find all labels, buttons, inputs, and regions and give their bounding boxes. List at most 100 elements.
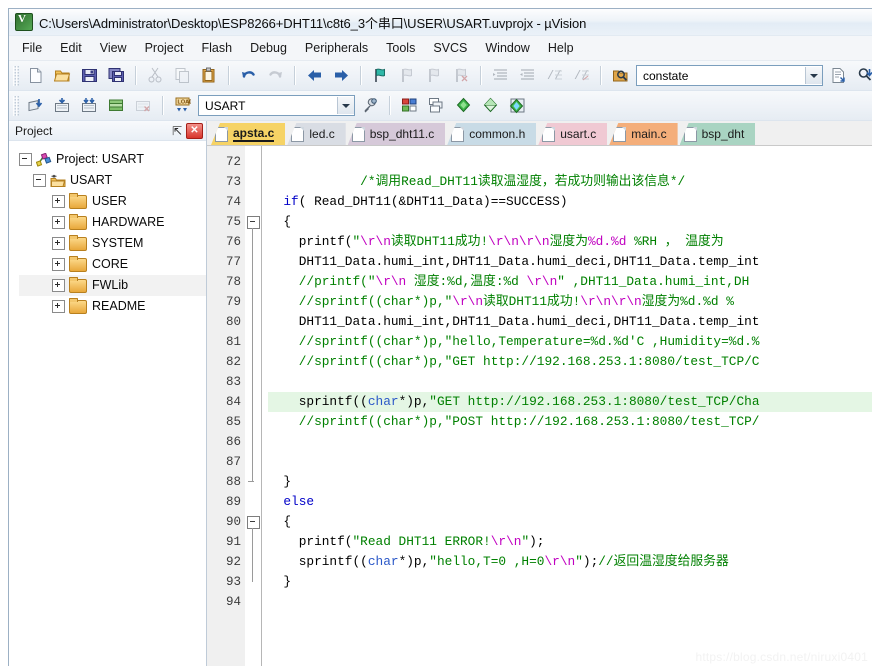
- fold-cell[interactable]: [245, 232, 261, 252]
- menu-item-tools[interactable]: Tools: [377, 38, 424, 58]
- target-options-icon[interactable]: [358, 93, 383, 118]
- code-line[interactable]: }: [268, 472, 872, 492]
- fold-cell[interactable]: [245, 312, 261, 332]
- manage-multi-project-icon[interactable]: [424, 93, 449, 118]
- editor-tab-main-c[interactable]: main.c: [609, 123, 678, 145]
- expand-icon[interactable]: [52, 237, 65, 250]
- target-combo-value[interactable]: USART: [199, 99, 337, 113]
- code-line[interactable]: }: [268, 572, 872, 592]
- navigate-forward-icon[interactable]: [329, 63, 354, 88]
- code-line[interactable]: printf("Read DHT11 ERROR!\r\n");: [268, 532, 872, 552]
- code-line[interactable]: if( Read_DHT11(&DHT11_Data)==SUCCESS): [268, 192, 872, 212]
- find-combo[interactable]: constate: [636, 65, 823, 86]
- indent-icon[interactable]: [488, 63, 513, 88]
- menu-item-file[interactable]: File: [13, 38, 51, 58]
- fold-cell[interactable]: [245, 472, 261, 492]
- chevron-down-icon[interactable]: [805, 67, 822, 84]
- editor-tab-bsp-dht[interactable]: bsp_dht: [679, 123, 756, 145]
- menu-item-flash[interactable]: Flash: [192, 38, 241, 58]
- tree-node-project-usart[interactable]: Project: USART: [19, 149, 206, 170]
- toolbar-grip[interactable]: [13, 95, 19, 116]
- toolbar-grip[interactable]: [13, 65, 19, 86]
- rebuild-icon[interactable]: [77, 93, 102, 118]
- fold-cell[interactable]: [245, 272, 261, 292]
- code-line[interactable]: //sprintf((char*)p,"\r\n读取DHT11成功!\r\n\r…: [268, 292, 872, 312]
- menu-item-svcs[interactable]: SVCS: [424, 38, 476, 58]
- outdent-icon[interactable]: [515, 63, 540, 88]
- clear-bookmarks-icon[interactable]: [449, 63, 474, 88]
- editor-tab-led-c[interactable]: led.c: [287, 123, 346, 145]
- navigate-backward-icon[interactable]: [302, 63, 327, 88]
- code-line[interactable]: else: [268, 492, 872, 512]
- next-bookmark-icon[interactable]: [422, 63, 447, 88]
- editor-tab-bsp-dht11-c[interactable]: bsp_dht11.c: [347, 123, 446, 145]
- code-editor[interactable]: 72 73 74 75 76 77 78 79 80 81 82 83 84 85 86 87 88 89 90 91…: [207, 145, 872, 666]
- open-file-icon[interactable]: [50, 63, 75, 88]
- fold-cell[interactable]: [245, 192, 261, 212]
- fold-cell[interactable]: [245, 172, 261, 192]
- batch-build-icon[interactable]: [104, 93, 129, 118]
- pack-installer-icon[interactable]: [451, 93, 476, 118]
- fold-cell[interactable]: [245, 352, 261, 372]
- fold-cell[interactable]: [245, 512, 261, 532]
- copy-icon[interactable]: [170, 63, 195, 88]
- collapse-icon[interactable]: [33, 174, 46, 187]
- code-line[interactable]: [268, 452, 872, 472]
- expand-icon[interactable]: [52, 300, 65, 313]
- tree-node-usart[interactable]: USART: [19, 170, 206, 191]
- code-folding-margin[interactable]: [245, 146, 262, 666]
- expand-icon[interactable]: [52, 195, 65, 208]
- collapse-icon[interactable]: [19, 153, 32, 166]
- fold-cell[interactable]: [245, 432, 261, 452]
- fold-cell[interactable]: [245, 332, 261, 352]
- code-line[interactable]: sprintf((char*)p,"hello,T=0 ,H=0\r\n");/…: [268, 552, 872, 572]
- code-line[interactable]: //sprintf((char*)p,"POST http://192.168.…: [268, 412, 872, 432]
- code-line[interactable]: [268, 592, 872, 612]
- code-line[interactable]: /*调用Read_DHT11读取温湿度，若成功则输出该信息*/: [268, 172, 872, 192]
- incremental-find-icon[interactable]: [853, 63, 872, 88]
- fold-cell[interactable]: [245, 392, 261, 412]
- previous-bookmark-icon[interactable]: [395, 63, 420, 88]
- code-line[interactable]: //sprintf((char*)p,"hello,Temperature=%d…: [268, 332, 872, 352]
- menu-item-view[interactable]: View: [91, 38, 136, 58]
- expand-icon[interactable]: [52, 258, 65, 271]
- build-icon[interactable]: [50, 93, 75, 118]
- code-line[interactable]: sprintf((char*)p,"GET http://192.168.253…: [268, 392, 872, 412]
- find-in-files-icon[interactable]: [608, 63, 633, 88]
- tree-node-core[interactable]: CORE: [19, 254, 206, 275]
- stop-build-icon[interactable]: [131, 93, 156, 118]
- code-line[interactable]: {: [268, 512, 872, 532]
- code-line[interactable]: printf("\r\n读取DHT11成功!\r\n\r\n湿度为%d.%d %…: [268, 232, 872, 252]
- fold-cell[interactable]: [245, 152, 261, 172]
- code-line[interactable]: [268, 152, 872, 172]
- cut-icon[interactable]: [143, 63, 168, 88]
- fold-cell[interactable]: [245, 452, 261, 472]
- fold-collapse-icon[interactable]: [247, 216, 260, 229]
- menu-item-debug[interactable]: Debug: [241, 38, 296, 58]
- tree-node-system[interactable]: SYSTEM: [19, 233, 206, 254]
- editor-tab-apsta-c[interactable]: apsta.c: [211, 123, 286, 145]
- tree-node-fwlib[interactable]: FWLib: [19, 275, 206, 296]
- target-combo[interactable]: USART: [198, 95, 355, 116]
- fold-cell[interactable]: [245, 372, 261, 392]
- code-line[interactable]: //printf("\r\n 湿度:%d,温度:%d \r\n" ,DHT11_…: [268, 272, 872, 292]
- find-combo-value[interactable]: constate: [637, 69, 805, 83]
- fold-collapse-icon[interactable]: [247, 516, 260, 529]
- menu-item-edit[interactable]: Edit: [51, 38, 91, 58]
- download-icon[interactable]: LOAD: [170, 93, 195, 118]
- fold-cell[interactable]: [245, 412, 261, 432]
- close-icon[interactable]: ✕: [186, 122, 203, 139]
- menu-item-peripherals[interactable]: Peripherals: [296, 38, 377, 58]
- new-file-icon[interactable]: [23, 63, 48, 88]
- save-all-icon[interactable]: [104, 63, 129, 88]
- undo-icon[interactable]: [236, 63, 261, 88]
- editor-tab-usart-c[interactable]: usart.c: [538, 123, 608, 145]
- tree-node-readme[interactable]: README: [19, 296, 206, 317]
- translate-icon[interactable]: [23, 93, 48, 118]
- chevron-down-icon[interactable]: [337, 97, 354, 114]
- fold-cell[interactable]: [245, 572, 261, 592]
- insert-file-icon[interactable]: [826, 63, 851, 88]
- tree-node-user[interactable]: USER: [19, 191, 206, 212]
- fold-cell[interactable]: [245, 212, 261, 232]
- redo-icon[interactable]: [263, 63, 288, 88]
